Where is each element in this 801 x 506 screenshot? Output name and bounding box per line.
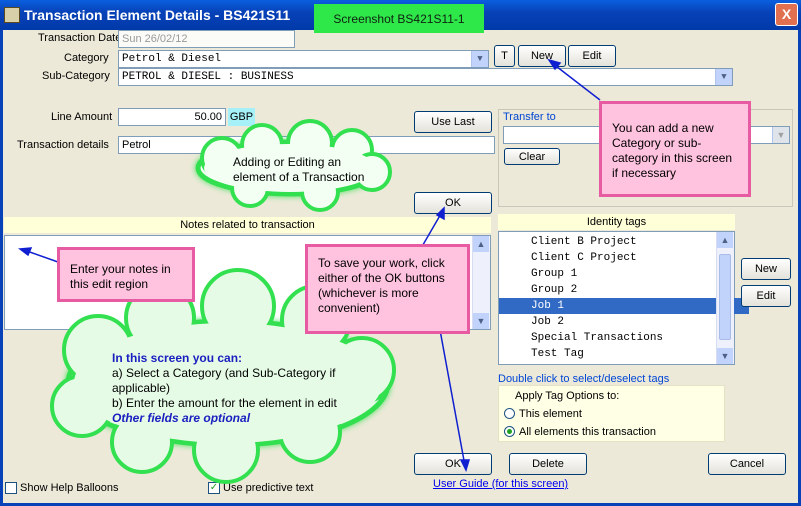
callout-add-new: You can add a new Category or sub-catego… (599, 101, 751, 197)
summary-line-a: a) Select a Category (and Sub-Category i… (112, 366, 336, 395)
callout-save: To save your work, click either of the O… (305, 244, 470, 334)
summary-line-b: b) Enter the amount for the element in e… (112, 396, 337, 410)
callout-adding-editing: Adding or Editing an element of a Transa… (233, 155, 365, 184)
callout-notes: Enter your notes in this edit region (57, 247, 195, 302)
summary-title: In this screen you can: (112, 351, 243, 365)
summary-line-c: Other fields are optional (112, 411, 251, 425)
screenshot-label: Screenshot BS421S11-1 (314, 4, 484, 33)
callout-summary-text: In this screen you can: a) Select a Cate… (112, 351, 362, 426)
